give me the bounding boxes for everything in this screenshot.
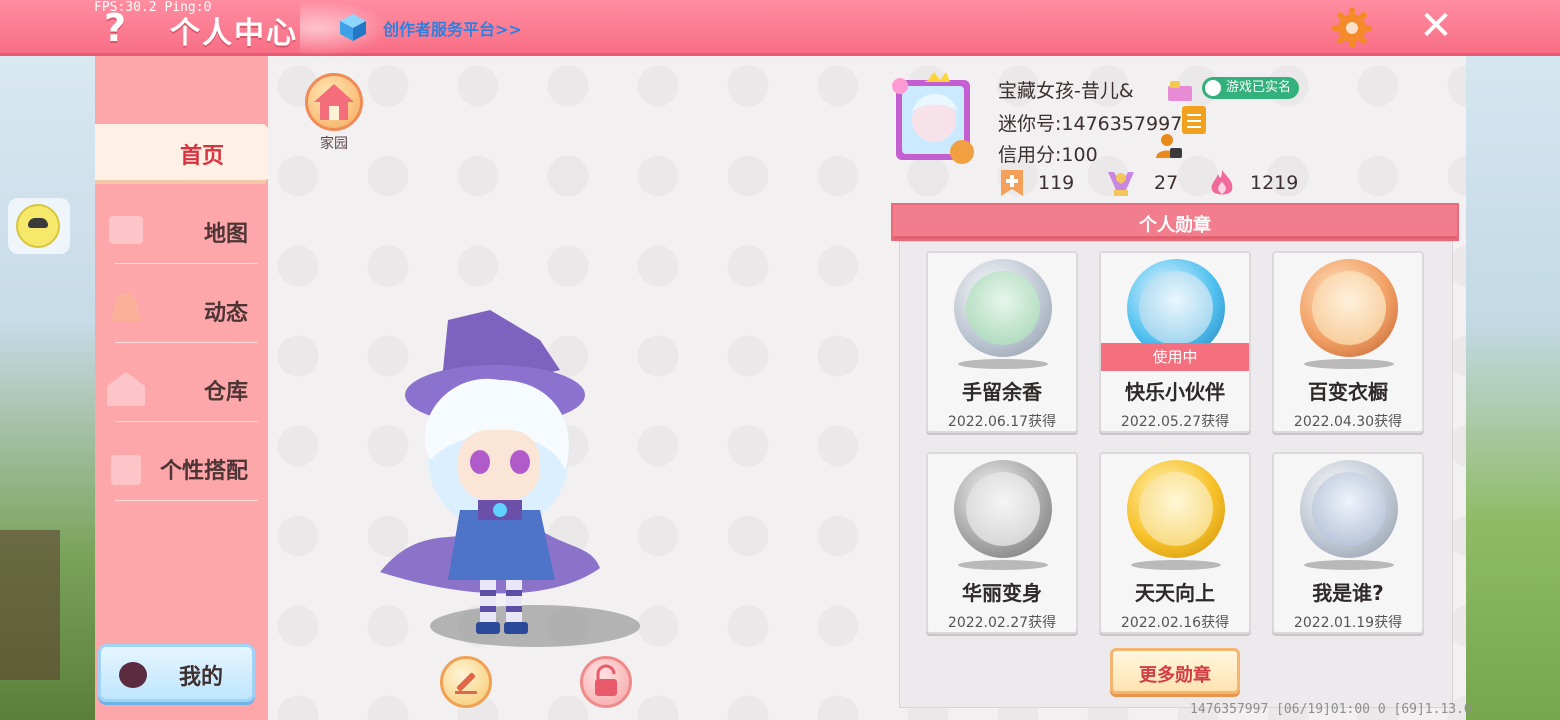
sidebar-item-label: 首页 <box>179 144 224 169</box>
badge-date: 2022.06.17获得 <box>947 414 1057 430</box>
sidebar-item-home[interactable]: 首页 <box>95 124 268 184</box>
badge-art <box>966 472 1040 546</box>
badge-medal-icon <box>954 460 1052 558</box>
bookmark-plus-icon <box>1001 170 1023 196</box>
scenery-block <box>0 530 60 680</box>
top-bar: FPS:30.2 Ping:0 ? 个人中心 创作者服务平台>> ✕ <box>0 0 1560 56</box>
page-title: 个人中心 <box>170 16 298 51</box>
badge-name: 快乐小伙伴 <box>1125 380 1225 404</box>
edit-avatar-button[interactable] <box>440 656 492 708</box>
player-name: 宝藏女孩-昔儿& <box>998 80 1134 102</box>
badge-medal-icon <box>1300 460 1398 558</box>
trophy-person-icon <box>1108 172 1134 196</box>
menu-divider <box>115 263 258 264</box>
home-button[interactable] <box>305 73 363 131</box>
character-avatar[interactable] <box>370 310 630 640</box>
badge-date: 2022.04.30获得 <box>1293 414 1403 430</box>
badge-plinth <box>958 560 1048 570</box>
badge-name: 天天向上 <box>1135 581 1215 605</box>
badge-art <box>1312 271 1386 345</box>
credit-info-icon[interactable] <box>1154 132 1184 160</box>
badge-card[interactable]: 我是谁? 2022.01.19获得 <box>1272 452 1424 634</box>
badges-title: 个人勋章 <box>1139 215 1211 236</box>
more-badges-button[interactable]: 更多勋章 <box>1110 648 1240 694</box>
badge-date: 2022.02.16获得 <box>1120 615 1230 631</box>
badge-date: 2022.05.27获得 <box>1120 414 1230 430</box>
sidebar-item-outfit[interactable]: 个性搭配 <box>95 439 268 501</box>
copy-icon[interactable] <box>1182 106 1206 134</box>
badge-date: 2022.02.27获得 <box>947 615 1057 631</box>
menu-divider <box>115 421 258 422</box>
badge-plinth <box>1304 560 1394 570</box>
background-left-scenery <box>0 56 95 720</box>
creator-platform-link[interactable]: 创作者服务平台>> <box>383 16 522 40</box>
stat-value: 27 <box>1154 172 1179 194</box>
lock-button[interactable] <box>580 656 632 708</box>
menu-divider <box>115 342 258 343</box>
stat-trophy: 27 <box>1104 166 1204 200</box>
mine-avatar-icon <box>119 662 147 688</box>
stat-likes: 119 <box>998 166 1098 200</box>
badge-medal-icon <box>954 259 1052 357</box>
help-button[interactable]: ? <box>104 6 126 50</box>
badge-plinth <box>1131 560 1221 570</box>
badge-art <box>1139 271 1213 345</box>
sidebar-item-label: 个性搭配 <box>159 459 248 484</box>
badge-name: 手留余香 <box>962 380 1042 404</box>
badge-plinth <box>1304 359 1394 369</box>
verified-badge: 游戏已实名 <box>1202 77 1300 99</box>
floating-assistant-button[interactable] <box>8 198 70 254</box>
cube-icon <box>340 14 366 41</box>
badge-plinth <box>958 359 1048 369</box>
smiley-icon <box>16 204 60 248</box>
stat-popularity: 1219 <box>1208 166 1318 200</box>
badge-in-use-tag: 使用中 <box>1101 343 1249 371</box>
badge-card[interactable]: 天天向上 2022.02.16获得 <box>1099 452 1251 634</box>
badge-medal-icon <box>1127 460 1225 558</box>
badges-header: 个人勋章 <box>891 203 1459 241</box>
sidebar-item-label: 地图 <box>203 222 248 247</box>
map-icon <box>109 216 143 244</box>
more-badges-label: 更多勋章 <box>1139 665 1211 686</box>
sidebar-menu: 首页 地图 动态 仓库 个性搭配 <box>95 56 268 720</box>
storage-icon <box>107 372 145 406</box>
sidebar-item-map[interactable]: 地图 <box>95 202 268 264</box>
bell-icon <box>110 293 142 321</box>
badge-medal-icon <box>1300 259 1398 357</box>
badge-card[interactable]: 华丽变身 2022.02.27获得 <box>926 452 1078 634</box>
flame-icon <box>1211 170 1233 195</box>
menu-divider <box>115 500 258 501</box>
background-right-scenery <box>1464 56 1560 720</box>
badge-name: 百变衣橱 <box>1308 380 1388 404</box>
close-icon[interactable]: ✕ <box>1416 6 1456 46</box>
mine-button[interactable]: 我的 <box>98 644 255 702</box>
stat-value: 119 <box>1038 172 1075 194</box>
stat-value: 1219 <box>1250 172 1299 194</box>
sidebar-item-storage[interactable]: 仓库 <box>95 360 268 422</box>
badge-name: 华丽变身 <box>962 581 1042 605</box>
lock-icon <box>595 664 617 696</box>
badge-card[interactable]: 手留余香 2022.06.17获得 <box>926 251 1078 433</box>
home-label: 家园 <box>320 136 348 152</box>
badge-art <box>1139 472 1213 546</box>
badge-date: 2022.01.19获得 <box>1293 615 1403 631</box>
sidebar-item-feed[interactable]: 动态 <box>95 281 268 343</box>
credit-score: 信用分:100 <box>998 144 1098 166</box>
badge-art <box>1312 472 1386 546</box>
badge-card[interactable]: 使用中 快乐小伙伴 2022.05.27获得 <box>1099 251 1251 433</box>
badge-art <box>966 271 1040 345</box>
pencil-icon <box>455 672 477 694</box>
mine-button-label: 我的 <box>179 665 224 690</box>
badge-card[interactable]: 百变衣橱 2022.04.30获得 <box>1272 251 1424 433</box>
badge-name: 我是谁? <box>1312 581 1384 605</box>
outfit-icon <box>111 455 141 485</box>
sidebar-item-label: 动态 <box>203 301 248 326</box>
house-icon <box>314 84 354 120</box>
sidebar-item-label: 仓库 <box>203 380 248 405</box>
gear-icon[interactable] <box>1330 6 1374 50</box>
footer-version-info: 1476357997 [06/19]01:00 0 [69]1.13.0 <box>1190 702 1472 717</box>
profile-avatar[interactable] <box>890 70 990 170</box>
name-tag-icon[interactable] <box>1166 80 1194 102</box>
